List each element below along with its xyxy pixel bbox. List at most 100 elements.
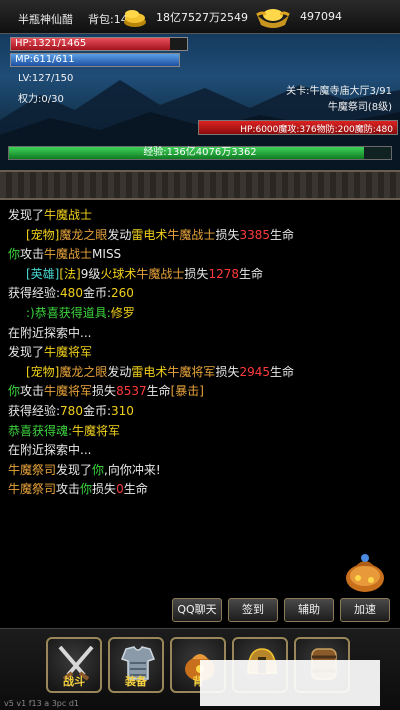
log-segment: 牛魔战士 [44,247,93,262]
watermark-overlay [200,660,380,706]
monster-stats-bar: HP:6000魔攻:376物防:200魔防:480 [198,120,398,135]
log-segment: 牛魔祭司 [8,482,57,497]
gold-ingot-icon [256,9,290,28]
log-segment: 你 [80,482,93,497]
log-segment: 攻击 [20,384,45,399]
log-segment: [宠物] [26,227,60,242]
nav-equipment-label: 装备 [125,675,147,688]
monster-name: 牛魔祭司(8级) [327,102,392,113]
log-segment: 损失 [92,482,117,497]
log-segment: 修罗 [110,305,135,320]
assist-button[interactable]: 辅助 [284,598,334,622]
battle-log[interactable]: 发现了牛魔战士 [宠物]魔龙之眼发动雷电术牛魔战士损失3385生命 你攻击牛魔战士M… [0,202,400,602]
log-segment: 恭喜获得魂: [8,423,73,438]
log-line: 在附近探索中... [8,441,392,461]
sign-in-button[interactable]: 签到 [228,598,278,622]
log-segment: 生命 [146,384,171,399]
log-segment: :)恭喜获得道具: [26,305,111,320]
log-segment: 魔龙之眼 [59,364,108,379]
log-segment: 牛魔战士 [167,227,216,242]
log-segment: ,向你冲来! [104,462,161,477]
log-segment: 牛魔将军 [44,384,93,399]
level-text: LV:127/150 [18,73,74,84]
log-segment: 牛魔将军 [167,364,216,379]
log-segment: 8537 [116,384,147,399]
log-segment: 发动 [107,364,132,379]
hp-text: HP:1321/1465 [15,38,87,49]
log-segment: [暴击] [170,384,204,399]
log-line: 牛魔祭司攻击你损失0生命 [8,480,392,500]
log-segment: 损失 [92,384,117,399]
coin-pile-icon [124,10,146,27]
log-segment: 发动 [107,227,132,242]
log-segment: 生命 [270,227,295,242]
mp-bar: MP:611/611 [10,53,180,67]
log-line: 牛魔祭司发现了你,向你冲来! [8,461,392,481]
log-segment: 生命 [238,266,263,281]
log-segment: [法] [59,266,81,281]
log-segment: 480 [60,286,83,301]
nav-equipment-button[interactable]: 装备 [108,637,164,693]
rope-divider [0,170,400,200]
log-segment: [宠物] [26,364,60,379]
mp-text: MP:611/611 [15,54,75,65]
log-segment: 损失 [215,364,240,379]
log-segment: 损失 [184,266,209,281]
log-segment: 雷电术 [131,227,168,242]
ingot-amount: 497094 [300,10,342,23]
log-line: [英雄][法]9级火球术牛魔战士损失1278生命 [8,265,392,285]
log-line: 恭喜获得魂:牛魔将军 [8,422,392,442]
status-hud: 半瓶神仙醋 背包:142 18亿7527万2549 497094 HP:1321… [0,0,400,170]
log-line: 发现了牛魔战士 [8,206,392,226]
log-segment: 火球术 [100,266,137,281]
nav-battle-button[interactable]: 战斗 [46,637,102,693]
hp-bar: HP:1321/1465 [10,37,188,51]
log-segment: 牛魔将军 [44,345,93,360]
monster-stats-text: HP:6000魔攻:376物防:200魔防:480 [240,125,393,135]
gold-amount: 18亿7527万2549 [156,11,248,24]
log-segment: 2945 [239,364,270,379]
log-segment: 金币: [82,286,111,301]
log-segment: 生命 [270,364,295,379]
log-segment: 牛魔战士 [136,266,185,281]
log-segment: 发现了 [8,345,45,360]
log-segment: MISS [92,247,122,262]
log-segment: 魔龙之眼 [59,227,108,242]
speed-up-button[interactable]: 加速 [340,598,390,622]
log-segment: 780 [60,403,83,418]
log-segment: 你 [8,384,21,399]
log-segment: 雷电术 [131,364,168,379]
version-text: v5 v1 f13 a 3pc d1 [4,699,79,708]
log-segment: 在附近探索中... [8,443,92,458]
log-line: [宠物]魔龙之眼发动雷电术牛魔将军损失2945生命 [8,363,392,383]
player-name: 半瓶神仙醋 [18,13,73,26]
log-segment: 发现了 [8,208,45,222]
log-segment: 0 [116,482,124,497]
log-segment: 攻击 [20,247,45,262]
log-segment: 1278 [208,266,239,281]
qq-chat-button[interactable]: QQ聊天 [172,598,222,622]
log-segment: 在附近探索中... [8,325,92,340]
log-segment: 获得经验: [8,403,61,418]
log-segment: 损失 [215,227,240,242]
log-segment: 9级 [80,266,101,281]
log-segment: 牛魔战士 [44,208,93,222]
treasure-bag-icon[interactable] [342,548,388,594]
log-segment: 金币: [82,403,111,418]
log-segment: 你 [92,462,105,477]
power-text: 权力:0/30 [18,94,64,105]
log-segment: 260 [111,286,134,301]
stage-name: 关卡:牛魔寺庙大厅3/91 [286,86,392,97]
log-line: 发现了牛魔将军 [8,343,392,363]
log-line: 在附近探索中... [8,324,392,344]
log-segment: [英雄] [26,266,60,281]
log-segment: 牛魔将军 [72,423,121,438]
log-segment: 牛魔祭司 [8,462,57,477]
exp-bar: 经验:136亿4076万3362 [8,146,392,160]
log-segment: 生命 [123,482,148,497]
log-segment: 你 [8,247,21,262]
log-segment: 发现了 [56,462,93,477]
log-line: [宠物]魔龙之眼发动雷电术牛魔战士损失3385生命 [8,226,392,246]
log-line: 你攻击牛魔将军损失8537生命[暴击] [8,382,392,402]
log-segment: 攻击 [56,482,81,497]
